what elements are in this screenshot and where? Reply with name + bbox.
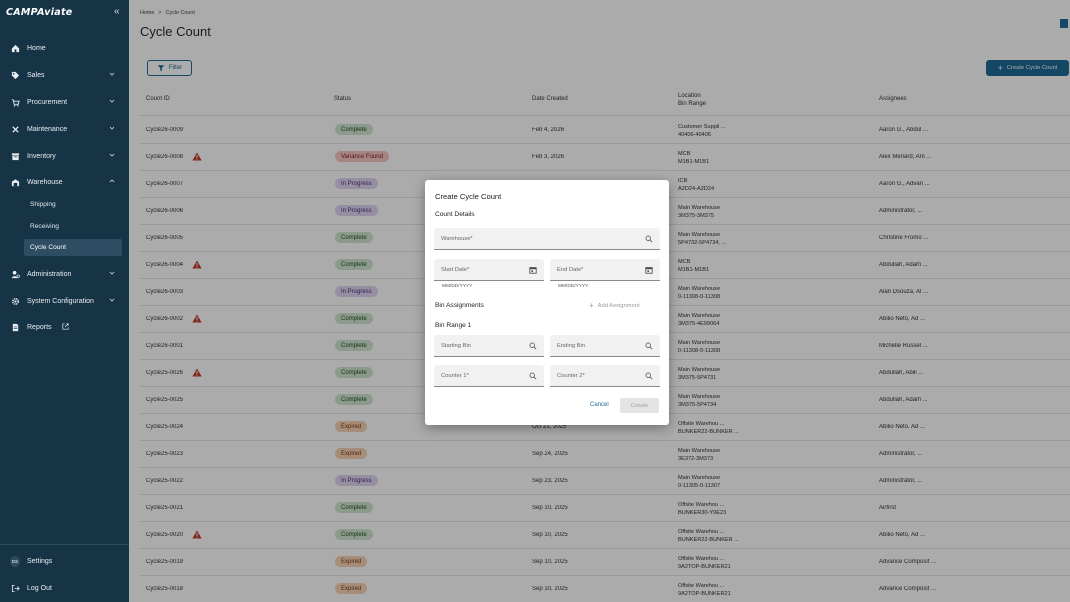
sidebar-subitem-shipping[interactable]: Shipping	[24, 196, 122, 213]
warehouse-field[interactable]: Warehouse*	[434, 228, 660, 250]
sidebar-item-sales[interactable]: Sales	[0, 65, 129, 85]
sidebar-item-label: Reports	[27, 323, 52, 331]
chevron-up-icon	[109, 179, 115, 183]
chevron-down-icon	[109, 298, 115, 302]
sidebar-item-system-configuration[interactable]: System Configuration	[0, 291, 129, 311]
sidebar-item-inventory[interactable]: Inventory	[0, 146, 129, 166]
tag-icon	[10, 70, 20, 80]
starting-bin-field[interactable]: Starting Bin	[434, 335, 544, 357]
sidebar-item-logout[interactable]: Log Out	[0, 578, 129, 598]
sidebar-item-maintenance[interactable]: Maintenance	[0, 119, 129, 139]
search-icon	[645, 235, 653, 243]
calendar-icon	[645, 267, 653, 274]
double-chevron-left-icon[interactable]: «	[114, 6, 120, 17]
create-cycle-count-dialog: Create Cycle Count Count Details Warehou…	[425, 180, 669, 425]
sidebar-item-procurement[interactable]: Procurement	[0, 92, 129, 112]
sidebar-item-label: Inventory	[27, 152, 56, 160]
sidebar-item-label: System Configuration	[27, 297, 94, 305]
start-date-helper: MM/DD/YYYY	[442, 284, 473, 289]
chevron-down-icon	[109, 99, 115, 103]
tools-icon	[10, 124, 20, 134]
sidebar-item-label: Administration	[27, 270, 72, 278]
sidebar-item-label: Home	[27, 44, 46, 52]
sidebar-item-label: Settings	[27, 557, 53, 565]
bin-assignments-heading: Bin Assignments	[435, 302, 484, 309]
sidebar-item-label: Procurement	[27, 98, 68, 106]
home-icon	[10, 43, 20, 53]
plus-icon: +	[589, 301, 594, 310]
sidebar: CAMPAviate « Home Sales Procurement Main…	[0, 0, 129, 602]
chevron-down-icon	[109, 126, 115, 130]
sidebar-item-label: Warehouse	[27, 178, 63, 186]
sidebar-item-home[interactable]: Home	[0, 38, 129, 58]
chevron-down-icon	[109, 271, 115, 275]
search-icon	[645, 372, 653, 380]
external-link-icon	[62, 323, 69, 330]
admin-icon	[10, 269, 20, 279]
chevron-down-icon	[109, 153, 115, 157]
report-icon	[10, 322, 20, 332]
logout-icon	[10, 583, 20, 593]
add-assignment-button[interactable]: + Add Assignment	[589, 301, 640, 310]
count-details-heading: Count Details	[435, 211, 475, 218]
search-icon	[529, 342, 537, 350]
sidebar-item-administration[interactable]: Administration	[0, 264, 129, 284]
cancel-button[interactable]: Cancel	[590, 402, 609, 408]
create-button[interactable]: Create	[620, 398, 659, 413]
counter-2-field[interactable]: Counter 2*	[550, 365, 660, 387]
search-icon	[645, 342, 653, 350]
sidebar-item-label: Sales	[27, 71, 45, 79]
sidebar-item-reports[interactable]: Reports	[0, 317, 129, 337]
logo: CAMPAviate	[6, 7, 73, 18]
start-date-field[interactable]: Start Date*	[434, 259, 544, 281]
search-icon	[529, 372, 537, 380]
counter-1-field[interactable]: Counter 1*	[434, 365, 544, 387]
sidebar-item-label: Maintenance	[27, 125, 68, 133]
inventory-icon	[10, 151, 20, 161]
sidebar-subitem-cycle-count[interactable]: Cycle Count	[24, 239, 122, 256]
gear-icon	[10, 296, 20, 306]
end-date-field[interactable]: End Date*	[550, 259, 660, 281]
calendar-icon	[529, 267, 537, 274]
chevron-down-icon	[109, 72, 115, 76]
bin-range-heading: Bin Range 1	[435, 322, 472, 329]
end-date-helper: MM/DD/YYYY	[558, 284, 589, 289]
sidebar-item-settings[interactable]: DS Settings	[0, 551, 129, 571]
sidebar-subitem-receiving[interactable]: Receiving	[24, 218, 122, 235]
sidebar-item-label: Log Out	[27, 584, 52, 592]
dialog-title: Create Cycle Count	[435, 192, 502, 201]
warehouse-icon	[10, 177, 20, 187]
ending-bin-field[interactable]: Ending Bin	[550, 335, 660, 357]
avatar: DS	[10, 555, 20, 567]
cart-icon	[10, 97, 20, 107]
sidebar-divider	[0, 544, 129, 545]
sidebar-item-warehouse[interactable]: Warehouse	[0, 172, 129, 192]
